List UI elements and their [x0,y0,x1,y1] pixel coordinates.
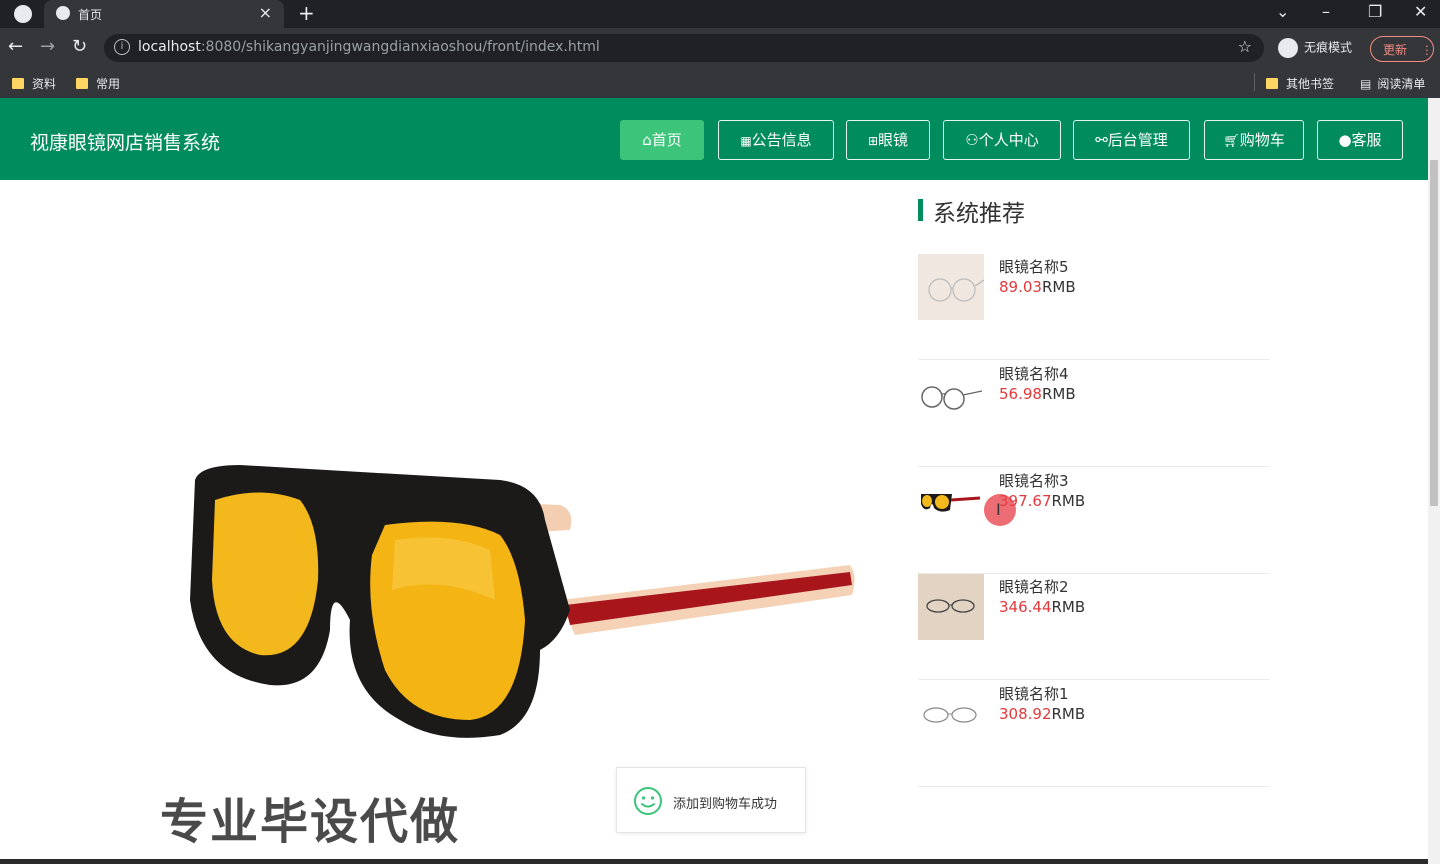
folder-icon [76,78,88,89]
folder-icon [12,78,24,89]
site-title: 视康眼镜网店销售系统 [30,132,221,154]
tab-title: 首页 [78,8,103,22]
recommend-item[interactable]: 眼镜名称1 308.92RMB [918,681,1270,787]
product-thumbnail [918,254,984,320]
product-banner[interactable] [0,180,900,864]
nav-glasses[interactable]: ⊞眼镜 [846,120,930,160]
new-tab-button[interactable]: + [298,1,315,25]
bookmark-star-icon[interactable]: ☆ [1238,37,1252,56]
success-toast: 添加到购物车成功 [616,767,806,833]
product-name[interactable]: 眼镜名称2 [999,576,1069,597]
section-accent-bar [918,199,923,221]
product-name[interactable]: 眼镜名称5 [999,256,1069,277]
product-name[interactable]: 眼镜名称3 [999,470,1069,491]
more-menu-icon: ⋮ [1420,43,1433,57]
product-thumbnail [918,361,984,427]
recommend-item[interactable]: 眼镜名称5 89.03RMB [918,254,1270,360]
url-text[interactable]: localhost:8080/shikangyanjingwangdianxia… [138,39,600,55]
nav-profile[interactable]: ⚇个人中心 [943,120,1061,160]
folder-icon [1266,78,1278,89]
close-window-button[interactable]: ✕ [1414,2,1427,21]
product-thumbnail [918,574,984,640]
restore-button[interactable]: ❐ [1368,2,1382,21]
product-thumbnail [918,681,984,747]
nav-admin[interactable]: ⚯后台管理 [1073,120,1190,160]
forward-icon[interactable]: → [40,36,55,57]
smile-icon [634,787,662,815]
update-button[interactable]: 更新 ⋮ [1370,36,1434,62]
globe-icon [56,6,70,20]
tab-search-icon[interactable]: ⌄ [1276,2,1289,21]
reading-list[interactable]: ▤ 阅读清单 [1360,75,1425,92]
site-header: 视康眼镜网店销售系统 ⌂首页 ▦公告信息 ⊞眼镜 ⚇个人中心 ⚯后台管理 🛒︎购… [0,98,1428,180]
nav-service[interactable]: ●客服 [1317,120,1403,160]
product-price: 346.44RMB [999,598,1086,616]
nav-home[interactable]: ⌂首页 [620,120,704,160]
bookmark-folder[interactable]: 资料 [12,75,56,92]
minimize-button[interactable]: – [1322,2,1330,21]
bookmarks-bar: 资料 常用 其他书签 ▤ 阅读清单 [0,68,1440,98]
product-name[interactable]: 眼镜名称1 [999,683,1069,704]
reading-list-icon: ▤ [1360,77,1372,91]
sunglasses-image [190,465,855,738]
cart-icon: 🛒︎ [1223,134,1240,149]
product-price: 56.98RMB [999,385,1076,403]
recommend-item[interactable]: 眼镜名称3 397.67RMB [918,468,1270,574]
recommend-item[interactable]: 眼镜名称2 346.44RMB [918,574,1270,680]
home-icon: ⌂ [642,131,652,149]
product-price: 308.92RMB [999,705,1086,723]
link-icon: ⚯ [1095,131,1108,149]
back-icon[interactable]: ← [8,36,23,57]
browser-menu-icon[interactable] [14,5,32,23]
toast-message: 添加到购物车成功 [673,797,778,812]
user-icon: ⚇ [965,131,979,149]
text-cursor-icon: I [996,500,1001,519]
incognito-indicator[interactable]: 无痕模式 [1278,38,1352,58]
incognito-icon [1278,38,1298,58]
nav-notice[interactable]: ▦公告信息 [718,120,834,160]
product-price: 89.03RMB [999,278,1076,296]
product-name[interactable]: 眼镜名称4 [999,363,1069,384]
chat-icon: ● [1338,131,1352,149]
bookmark-folder[interactable]: 常用 [76,75,120,92]
product-thumbnail [918,468,984,534]
browser-tab-bar: 首页 × + ⌄ – ❐ ✕ [0,0,1440,28]
address-bar[interactable]: i localhost:8080/shikangyanjingwangdianx… [104,34,1264,62]
gift-icon: ▦ [740,134,752,148]
bookmarks-divider [1254,73,1255,91]
browser-toolbar: ← → ↻ i localhost:8080/shikangyanjingwan… [0,28,1440,68]
site-info-icon[interactable]: i [114,39,130,55]
watermark-text: 专业毕设代做 [160,794,461,850]
scrollbar-thumb[interactable] [1430,160,1438,506]
window-bottom-edge [0,859,1428,864]
grid-icon: ⊞ [867,134,879,148]
browser-tab[interactable]: 首页 × [44,0,284,28]
close-tab-icon[interactable]: × [259,3,272,22]
recommend-title: 系统推荐 [933,201,1025,227]
recommend-item[interactable]: 眼镜名称4 56.98RMB [918,361,1270,467]
reload-icon[interactable]: ↻ [72,36,87,57]
nav-cart[interactable]: 🛒︎购物车 [1204,120,1304,160]
other-bookmarks[interactable]: 其他书签 [1266,75,1334,92]
